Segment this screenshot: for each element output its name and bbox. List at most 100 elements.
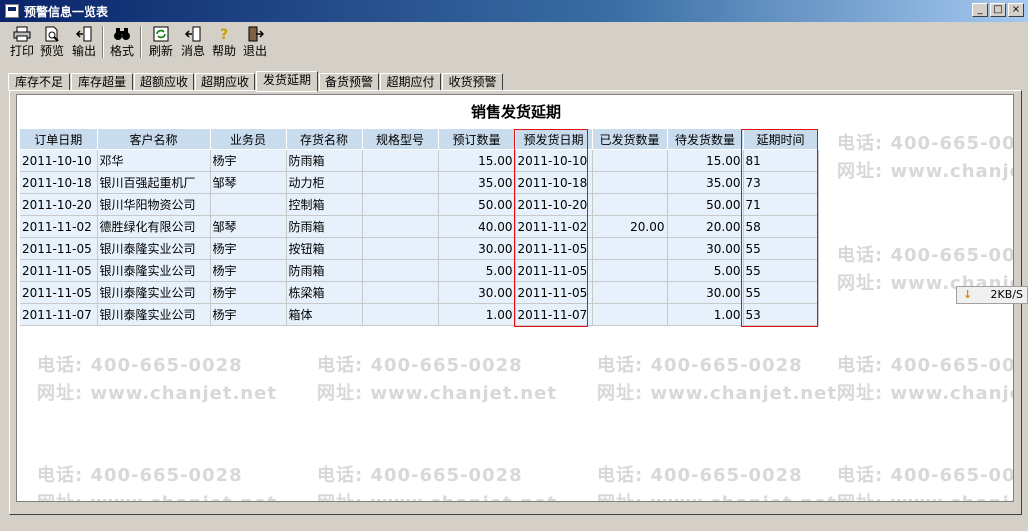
tab-stocking-alert[interactable]: 备货预警 xyxy=(319,73,379,91)
format-label: 格式 xyxy=(109,44,134,58)
col-salesperson[interactable]: 业务员 xyxy=(210,129,287,150)
cell-shipped-qty xyxy=(592,237,668,260)
message-button[interactable]: 消息 xyxy=(179,24,207,60)
refresh-icon xyxy=(153,26,169,42)
cell-spec xyxy=(362,237,439,260)
cell-order-qty: 15.00 xyxy=(438,149,516,172)
cell-salesperson: 邹琴 xyxy=(210,215,287,238)
cell-customer: 银川泰隆实业公司 xyxy=(97,259,211,282)
table-row[interactable]: 2011-11-05 银川泰隆实业公司 杨宇 防雨箱 5.00 2011-11-… xyxy=(20,259,819,282)
watermark-phone: 电话: 400-665-0028 xyxy=(837,133,1013,154)
table-row[interactable]: 2011-10-20 银川华阳物资公司 控制箱 50.00 2011-10-20… xyxy=(20,193,819,216)
refresh-label: 刷新 xyxy=(148,44,173,58)
cell-salesperson: 邹琴 xyxy=(210,171,287,194)
refresh-button[interactable]: 刷新 xyxy=(147,24,175,60)
cell-item-name: 防雨箱 xyxy=(286,259,363,282)
cell-order-qty: 40.00 xyxy=(438,215,516,238)
help-label: 帮助 xyxy=(211,44,236,58)
watermark-phone: 电话: 400-665-0028 xyxy=(837,355,1013,376)
cell-delay-days: 53 xyxy=(743,303,819,326)
maximize-button[interactable]: □ xyxy=(990,3,1006,17)
col-pending-qty[interactable]: 待发货数量 xyxy=(667,129,744,150)
toolbar-separator xyxy=(102,26,104,58)
col-order-qty[interactable]: 预订数量 xyxy=(438,129,516,150)
cell-customer: 银川泰隆实业公司 xyxy=(97,281,211,304)
table-row[interactable]: 2011-10-10 邓华 杨宇 防雨箱 15.00 2011-10-10 15… xyxy=(20,149,819,172)
exit-button[interactable]: 退出 xyxy=(241,24,269,60)
col-order-date[interactable]: 订单日期 xyxy=(20,129,98,150)
table-row[interactable]: 2011-11-05 银川泰隆实业公司 杨宇 按钮箱 30.00 2011-11… xyxy=(20,237,819,260)
col-shipped-qty[interactable]: 已发货数量 xyxy=(592,129,668,150)
table-row[interactable]: 2011-11-02 德胜绿化有限公司 邹琴 防雨箱 40.00 2011-11… xyxy=(20,215,819,238)
cell-delay-days: 81 xyxy=(743,149,819,172)
tab-excess-receivable[interactable]: 超额应收 xyxy=(134,73,194,91)
cell-salesperson: 杨宇 xyxy=(210,237,287,260)
cell-spec xyxy=(362,149,439,172)
tab-overdue-payable[interactable]: 超期应付 xyxy=(380,73,441,91)
cell-delay-days: 55 xyxy=(743,237,819,260)
tab-receiving-alert[interactable]: 收货预警 xyxy=(442,73,503,91)
watermark-phone: 电话: 400-665-0028 xyxy=(837,465,1013,486)
cell-order-qty: 30.00 xyxy=(438,237,516,260)
cell-item-name: 防雨箱 xyxy=(286,215,363,238)
minimize-button[interactable]: _ xyxy=(972,3,988,17)
cell-shipped-qty xyxy=(592,193,668,216)
col-item-name[interactable]: 存货名称 xyxy=(286,129,363,150)
exit-icon xyxy=(248,26,264,42)
tab-stock-shortage[interactable]: 库存不足 xyxy=(8,73,70,91)
watermark-phone: 电话: 400-665-0028 xyxy=(317,465,523,486)
cell-order-date: 2011-10-20 xyxy=(20,193,98,216)
print-button[interactable]: 打印 xyxy=(8,24,36,60)
cell-customer: 银川泰隆实业公司 xyxy=(97,237,211,260)
watermark-site: 网址: www.chanjet.net xyxy=(37,383,277,404)
speed-widget[interactable]: ↓ 2KB/S xyxy=(956,286,1028,304)
window-title: 预警信息一览表 xyxy=(24,5,109,19)
table-row[interactable]: 2011-11-05 银川泰隆实业公司 杨宇 栋梁箱 30.00 2011-11… xyxy=(20,281,819,304)
print-label: 打印 xyxy=(9,44,34,58)
format-button[interactable]: 格式 xyxy=(108,24,136,60)
cell-delay-days: 71 xyxy=(743,193,819,216)
cell-customer: 德胜绿化有限公司 xyxy=(97,215,211,238)
cell-salesperson: 杨宇 xyxy=(210,259,287,282)
watermark-site: 网址: www.chanjet.net xyxy=(37,489,277,501)
printer-icon xyxy=(13,26,31,42)
col-spec[interactable]: 规格型号 xyxy=(362,129,439,150)
cell-planned-ship-date: 2011-10-10 xyxy=(515,149,593,172)
watermark-site: 网址: www.chanjet.net xyxy=(597,383,837,404)
col-planned-ship-date[interactable]: 预发货日期 xyxy=(515,129,593,150)
cell-order-qty: 5.00 xyxy=(438,259,516,282)
cell-salesperson: 杨宇 xyxy=(210,149,287,172)
delay-table: 订单日期 客户名称 业务员 存货名称 规格型号 预订数量 预发货日期 已发货数量… xyxy=(20,129,819,326)
cell-order-date: 2011-10-10 xyxy=(20,149,98,172)
close-button[interactable]: × xyxy=(1008,3,1024,17)
col-delay-days[interactable]: 延期时间 xyxy=(743,129,819,150)
cell-order-date: 2011-11-05 xyxy=(20,259,98,282)
cell-planned-ship-date: 2011-11-05 xyxy=(515,281,593,304)
tab-overdue-receivable[interactable]: 超期应收 xyxy=(195,73,255,91)
help-button[interactable]: ? 帮助 xyxy=(210,24,238,60)
table-row[interactable]: 2011-11-07 银川泰隆实业公司 杨宇 箱体 1.00 2011-11-0… xyxy=(20,303,819,326)
preview-button[interactable]: 预览 xyxy=(38,24,66,60)
cell-planned-ship-date: 2011-11-02 xyxy=(515,215,593,238)
cell-order-date: 2011-11-07 xyxy=(20,303,98,326)
table-row[interactable]: 2011-10-18 银川百强起重机厂 邹琴 动力柜 35.00 2011-10… xyxy=(20,171,819,194)
export-button[interactable]: 输出 xyxy=(70,24,98,60)
cell-order-date: 2011-10-18 xyxy=(20,171,98,194)
report-title: 销售发货延期 xyxy=(470,103,561,121)
cell-delay-days: 73 xyxy=(743,171,819,194)
cell-item-name: 箱体 xyxy=(286,303,363,326)
watermark-phone: 电话: 400-665-0028 xyxy=(837,245,1013,266)
cell-pending-qty: 35.00 xyxy=(667,171,744,194)
cell-pending-qty: 5.00 xyxy=(667,259,744,282)
col-customer[interactable]: 客户名称 xyxy=(97,129,211,150)
tab-delivery-delay[interactable]: 发货延期 xyxy=(256,71,318,92)
watermark-site: 网址: www.chanjet.net xyxy=(837,489,1013,501)
tab-stock-excess[interactable]: 库存超量 xyxy=(71,73,133,91)
watermark-site: 网址: www.chanjet.net xyxy=(837,161,1013,182)
cell-delay-days: 55 xyxy=(743,281,819,304)
cell-item-name: 按钮箱 xyxy=(286,237,363,260)
help-icon: ? xyxy=(220,27,228,42)
cell-order-qty: 50.00 xyxy=(438,193,516,216)
cell-planned-ship-date: 2011-11-05 xyxy=(515,259,593,282)
svg-text:?: ? xyxy=(220,27,228,42)
